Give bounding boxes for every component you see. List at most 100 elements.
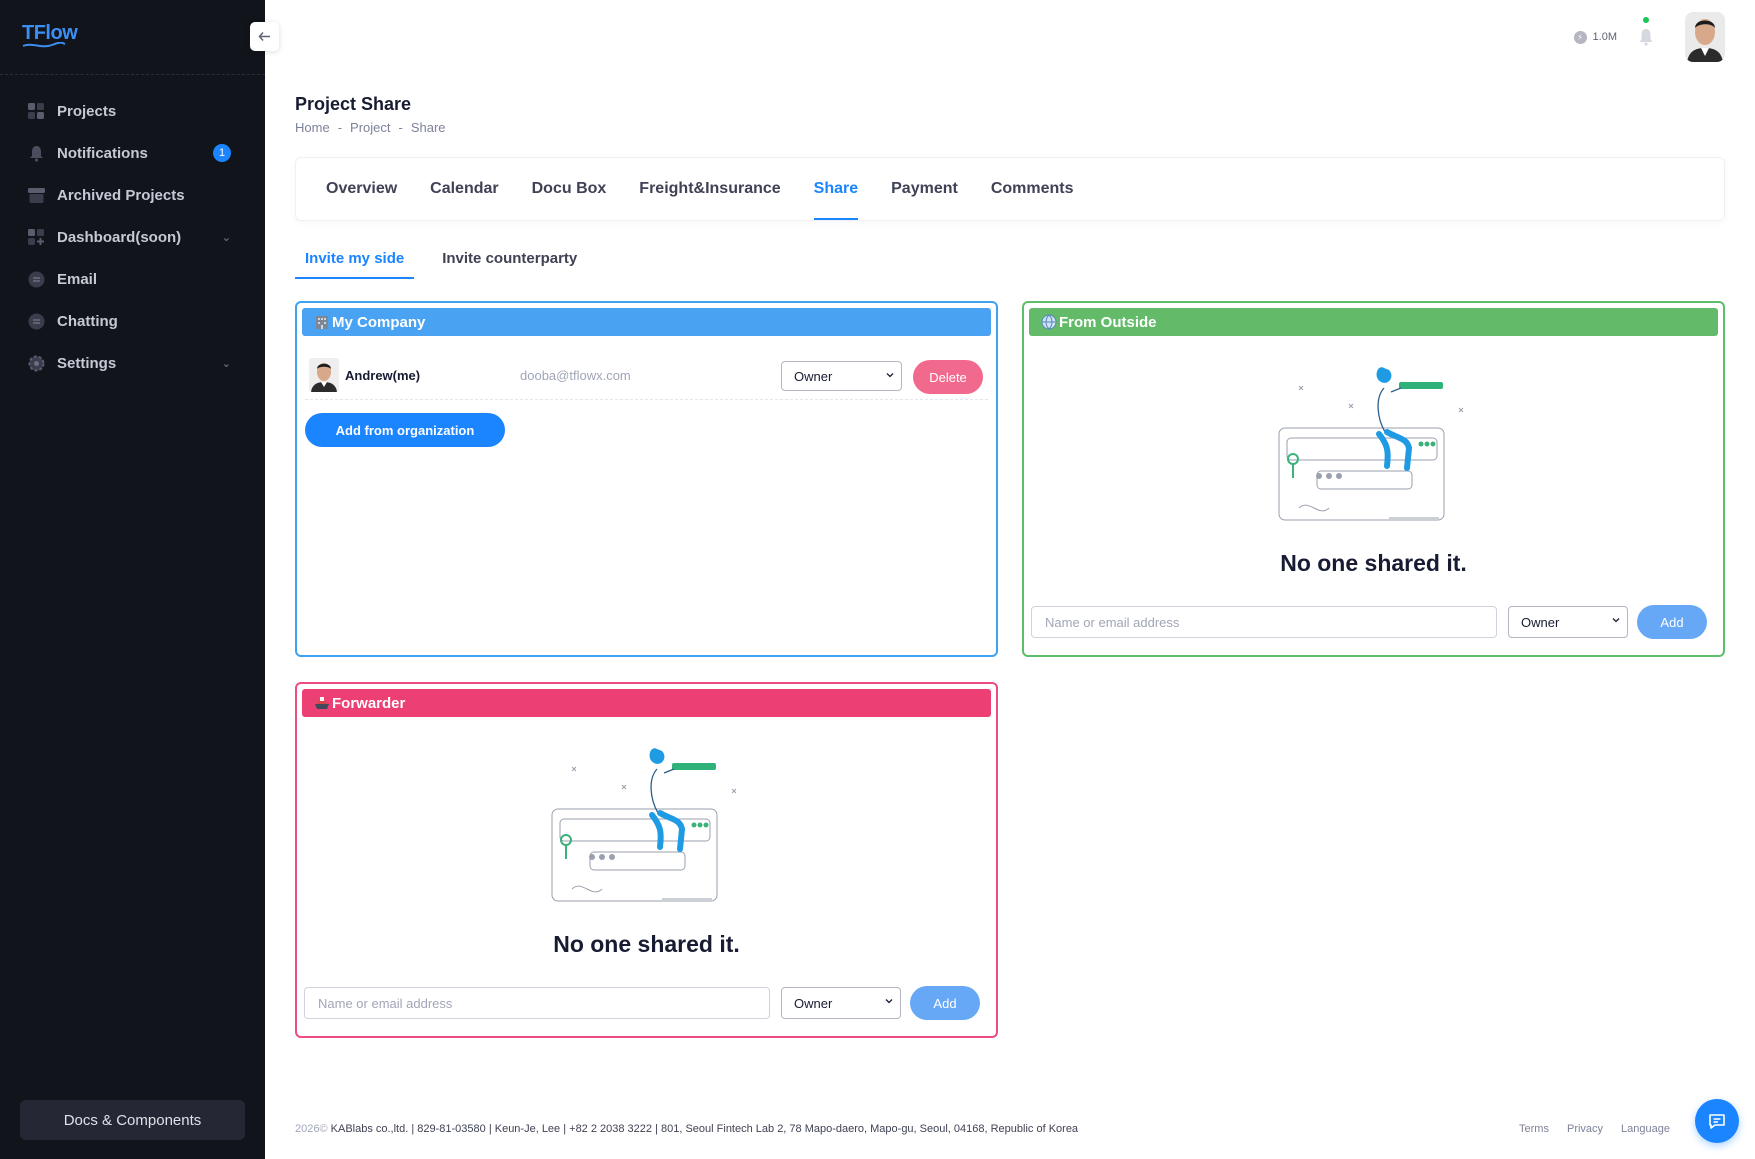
panel-title: Forwarder bbox=[332, 694, 406, 712]
sidebar-item-settings[interactable]: Settings ⌄ bbox=[0, 342, 265, 384]
chevron-down-icon: ⌄ bbox=[221, 357, 231, 370]
credit-balance[interactable]: ⚡ 1.0M bbox=[1573, 30, 1617, 44]
bell-icon bbox=[28, 145, 45, 162]
chat-bubble-icon bbox=[1709, 1114, 1725, 1129]
tab-freight-insurance[interactable]: Freight&Insurance bbox=[639, 158, 780, 220]
sidebar-item-email[interactable]: Email bbox=[0, 258, 265, 300]
panel-title: My Company bbox=[332, 313, 426, 331]
gear-icon bbox=[28, 355, 45, 372]
tab-share[interactable]: Share bbox=[813, 158, 859, 220]
user-avatar[interactable] bbox=[1685, 12, 1725, 62]
footer-text: KABlabs co.,ltd. | 829-81-03580 | Keun-J… bbox=[330, 1123, 1079, 1135]
chevron-down-icon bbox=[885, 999, 893, 1004]
lightning-icon: ⚡ bbox=[1573, 30, 1587, 44]
subtab-invite-my-side[interactable]: Invite my side bbox=[295, 246, 415, 279]
empty-state-text: No one shared it. bbox=[553, 931, 740, 957]
member-avatar bbox=[309, 358, 339, 392]
breadcrumb: Home - Project - Share bbox=[295, 120, 446, 135]
invite-role-select[interactable]: Owner bbox=[1508, 606, 1628, 638]
panel-header: Forwarder bbox=[302, 689, 991, 717]
ship-icon bbox=[314, 695, 330, 711]
chevron-down-icon bbox=[886, 373, 894, 378]
member-name: Andrew(me) bbox=[345, 367, 421, 383]
sidebar-nav: Projects Notifications 1 Archived Projec… bbox=[0, 90, 265, 384]
tab-payment[interactable]: Payment bbox=[891, 158, 958, 220]
member-role-select[interactable]: Owner bbox=[781, 361, 902, 391]
footer-link-privacy[interactable]: Privacy bbox=[1567, 1123, 1603, 1135]
logo-wave-icon bbox=[22, 42, 66, 48]
docs-components-button[interactable]: Docs & Components bbox=[20, 1100, 245, 1140]
header-toolbar: ⚡ 1.0M bbox=[1573, 12, 1725, 62]
sidebar-item-label: Chatting bbox=[57, 312, 118, 330]
sidebar: TFlow Projects Notifications 1 Archived … bbox=[0, 0, 265, 1159]
footer-link-terms[interactable]: Terms bbox=[1519, 1123, 1549, 1135]
project-tabs-card: Overview Calendar Docu Box Freight&Insur… bbox=[295, 157, 1725, 221]
footer-year: 2026© bbox=[295, 1123, 328, 1135]
sidebar-item-label: Notifications bbox=[57, 144, 148, 162]
tab-overview[interactable]: Overview bbox=[326, 158, 397, 220]
empty-state-illustration bbox=[551, 748, 737, 902]
message-icon bbox=[28, 271, 45, 288]
from-outside-panel: From Outside No one shared it. Name or e… bbox=[1022, 301, 1725, 657]
building-icon bbox=[314, 314, 330, 330]
footer-link-language[interactable]: Language bbox=[1621, 1123, 1670, 1135]
share-subtabs: Invite my side Invite counterparty bbox=[295, 246, 605, 279]
my-company-panel: My Company Andrew(me) dooba@tflowx.com O… bbox=[295, 301, 998, 657]
delete-member-button[interactable]: Delete bbox=[913, 360, 983, 394]
sidebar-item-projects[interactable]: Projects bbox=[0, 90, 265, 132]
invite-name-email-input[interactable]: Name or email address bbox=[1031, 606, 1497, 638]
chat-icon bbox=[28, 313, 45, 330]
notification-dot bbox=[1643, 17, 1649, 23]
breadcrumb-project[interactable]: Project bbox=[350, 120, 390, 135]
sidebar-item-label: Dashboard(soon) bbox=[57, 228, 182, 246]
sidebar-item-label: Settings bbox=[57, 354, 117, 372]
panel-header: My Company bbox=[302, 308, 991, 336]
add-from-organization-button[interactable]: Add from organization bbox=[305, 413, 505, 447]
panel-header: From Outside bbox=[1029, 308, 1718, 336]
breadcrumb-home[interactable]: Home bbox=[295, 120, 330, 135]
subtab-invite-counterparty[interactable]: Invite counterparty bbox=[432, 246, 587, 279]
panel-title: From Outside bbox=[1059, 313, 1157, 331]
member-row: Andrew(me) dooba@tflowx.com Owner Delete bbox=[305, 351, 988, 400]
breadcrumb-share: Share bbox=[410, 120, 446, 135]
tab-docu-box[interactable]: Docu Box bbox=[532, 158, 607, 220]
user-photo bbox=[1685, 12, 1725, 62]
sidebar-item-notifications[interactable]: Notifications 1 bbox=[0, 132, 265, 174]
sidebar-item-archived-projects[interactable]: Archived Projects bbox=[0, 174, 265, 216]
chevron-down-icon bbox=[1612, 618, 1620, 623]
empty-state-text: No one shared it. bbox=[1280, 550, 1467, 576]
globe-icon bbox=[1041, 314, 1057, 330]
tab-calendar[interactable]: Calendar bbox=[430, 158, 498, 220]
sidebar-item-label: Email bbox=[57, 270, 98, 288]
empty-state-illustration bbox=[1278, 367, 1464, 521]
credit-value: 1.0M bbox=[1592, 31, 1617, 43]
bell-icon bbox=[1639, 29, 1653, 46]
breadcrumb-separator: - bbox=[398, 120, 403, 135]
collapse-sidebar-button[interactable] bbox=[250, 22, 279, 51]
invite-role-select[interactable]: Owner bbox=[781, 987, 901, 1019]
invite-role-value: Owner bbox=[1521, 614, 1560, 630]
dashboard-icon bbox=[28, 228, 45, 246]
member-role-value: Owner bbox=[794, 368, 833, 384]
invite-name-email-input[interactable]: Name or email address bbox=[304, 987, 770, 1019]
add-invite-button[interactable]: Add bbox=[1637, 605, 1707, 639]
footer-links: Terms Privacy Language bbox=[1519, 1123, 1670, 1135]
chevron-down-icon: ⌄ bbox=[221, 231, 231, 244]
notifications-button[interactable] bbox=[1637, 17, 1655, 46]
chat-support-button[interactable] bbox=[1695, 1099, 1739, 1143]
arrow-left-icon bbox=[258, 32, 270, 41]
invite-role-value: Owner bbox=[794, 995, 833, 1011]
tab-comments[interactable]: Comments bbox=[991, 158, 1074, 220]
archive-icon bbox=[28, 187, 45, 204]
grid-icon bbox=[28, 102, 45, 120]
breadcrumb-separator: - bbox=[337, 120, 343, 135]
sidebar-item-label: Archived Projects bbox=[57, 186, 185, 204]
notification-count-badge: 1 bbox=[213, 144, 231, 162]
sidebar-item-chatting[interactable]: Chatting bbox=[0, 300, 265, 342]
sidebar-item-label: Projects bbox=[57, 102, 117, 120]
sidebar-item-dashboard[interactable]: Dashboard(soon) ⌄ bbox=[0, 216, 265, 258]
add-invite-button[interactable]: Add bbox=[910, 986, 980, 1020]
member-email: dooba@tflowx.com bbox=[520, 367, 631, 383]
forwarder-panel: Forwarder No one shared it. Name or emai… bbox=[295, 682, 998, 1038]
footer-company-info: 2026© KABlabs co.,ltd. | 829-81-03580 | … bbox=[295, 1123, 1078, 1135]
